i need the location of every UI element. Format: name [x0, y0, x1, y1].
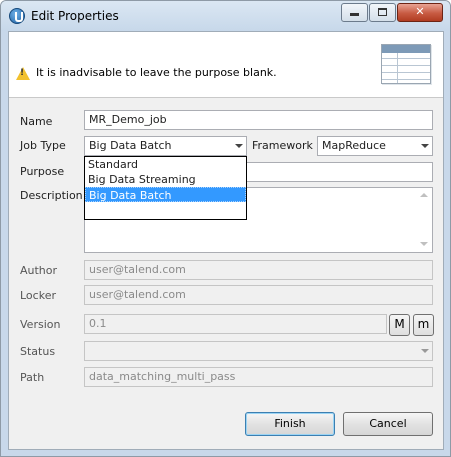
framework-select[interactable]: MapReduce [317, 136, 433, 156]
title-bar: Edit Properties ✕ [1, 1, 450, 31]
warning-mark: ! [20, 68, 25, 78]
job-type-label: Job Type [20, 139, 66, 152]
job-type-dropdown: Standard Big Data Streaming Big Data Bat… [84, 156, 247, 220]
author-field: user@talend.com [84, 260, 433, 280]
minimize-icon [350, 13, 359, 16]
warning-message: It is inadvisable to leave the purpose b… [36, 66, 277, 79]
locker-label: Locker [20, 289, 56, 302]
path-label: Path [20, 371, 45, 384]
maximize-button[interactable] [369, 3, 396, 22]
chevron-down-icon [235, 144, 243, 148]
author-label: Author [20, 264, 58, 277]
edit-properties-dialog: Edit Properties ✕ ! It is inadvisable to… [0, 0, 451, 457]
framework-label: Framework [252, 139, 313, 152]
scroll-up-icon[interactable] [420, 193, 428, 197]
job-type-option-standard[interactable]: Standard [85, 157, 246, 172]
minor-version-button[interactable]: m [413, 314, 434, 336]
path-field: data_matching_multi_pass [84, 367, 433, 387]
framework-value: MapReduce [322, 139, 386, 152]
dialog-header: ! It is inadvisable to leave the purpose… [9, 32, 443, 98]
job-type-value: Big Data Batch [89, 139, 172, 152]
window-title: Edit Properties [31, 9, 119, 23]
job-type-option-batch[interactable]: Big Data Batch [85, 187, 246, 202]
job-type-select[interactable]: Big Data Batch [84, 136, 247, 156]
talend-icon [9, 8, 25, 24]
description-label: Description [20, 189, 83, 202]
locker-field: user@talend.com [84, 285, 433, 305]
table-icon [381, 44, 431, 84]
job-type-option-streaming[interactable]: Big Data Streaming [85, 172, 246, 187]
chevron-down-icon [421, 144, 429, 148]
purpose-label: Purpose [20, 165, 65, 178]
status-label: Status [20, 345, 56, 358]
version-label: Version [20, 318, 61, 331]
cancel-button[interactable]: Cancel [343, 412, 433, 436]
status-select [84, 341, 433, 361]
close-icon: ✕ [415, 5, 425, 18]
dialog-body: ! It is inadvisable to leave the purpose… [8, 31, 444, 450]
finish-button[interactable]: Finish [245, 412, 335, 436]
close-button[interactable]: ✕ [397, 3, 443, 22]
major-version-button[interactable]: M [389, 314, 410, 336]
chevron-down-icon [421, 349, 429, 353]
maximize-icon [378, 8, 387, 16]
name-input[interactable]: MR_Demo_job [84, 110, 433, 130]
description-scrollbar[interactable] [416, 188, 432, 252]
minimize-button[interactable] [341, 3, 368, 22]
name-label: Name [20, 115, 53, 128]
scroll-down-icon[interactable] [420, 242, 428, 246]
version-field: 0.1 [84, 314, 387, 334]
